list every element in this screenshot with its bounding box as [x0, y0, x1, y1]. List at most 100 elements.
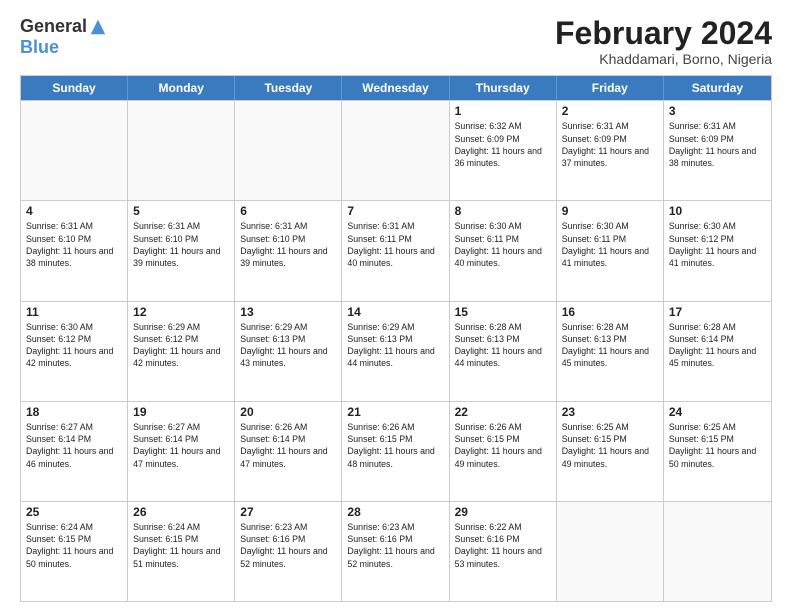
logo-icon — [89, 18, 107, 36]
day-header-saturday: Saturday — [664, 76, 771, 100]
cal-cell: 1 Sunrise: 6:32 AM Sunset: 6:09 PM Daylig… — [450, 101, 557, 200]
week-row-3: 18 Sunrise: 6:27 AM Sunset: 6:14 PM Dayli… — [21, 401, 771, 501]
cal-cell: 19 Sunrise: 6:27 AM Sunset: 6:14 PM Dayli… — [128, 402, 235, 501]
cal-cell: 16 Sunrise: 6:28 AM Sunset: 6:13 PM Dayli… — [557, 302, 664, 401]
day-info: Sunrise: 6:24 AM Sunset: 6:15 PM Dayligh… — [26, 521, 122, 570]
day-info: Sunrise: 6:28 AM Sunset: 6:13 PM Dayligh… — [455, 321, 551, 370]
day-number: 18 — [26, 405, 122, 419]
logo: General Blue — [20, 16, 107, 58]
day-info: Sunrise: 6:26 AM Sunset: 6:15 PM Dayligh… — [347, 421, 443, 470]
page: General Blue February 2024 Khaddamari, B… — [0, 0, 792, 612]
cal-cell — [235, 101, 342, 200]
cal-cell: 3 Sunrise: 6:31 AM Sunset: 6:09 PM Daylig… — [664, 101, 771, 200]
day-number: 16 — [562, 305, 658, 319]
day-info: Sunrise: 6:30 AM Sunset: 6:12 PM Dayligh… — [26, 321, 122, 370]
cal-cell: 5Sunrise: 6:31 AM Sunset: 6:10 PM Daylig… — [128, 201, 235, 300]
day-info: Sunrise: 6:25 AM Sunset: 6:15 PM Dayligh… — [562, 421, 658, 470]
day-number: 5 — [133, 204, 229, 218]
calendar-header-row: SundayMondayTuesdayWednesdayThursdayFrid… — [21, 76, 771, 100]
calendar-subtitle: Khaddamari, Borno, Nigeria — [555, 51, 772, 67]
day-info: Sunrise: 6:25 AM Sunset: 6:15 PM Dayligh… — [669, 421, 766, 470]
cal-cell: 15 Sunrise: 6:28 AM Sunset: 6:13 PM Dayli… — [450, 302, 557, 401]
cal-cell: 14 Sunrise: 6:29 AM Sunset: 6:13 PM Dayli… — [342, 302, 449, 401]
day-info: Sunrise: 6:31 AM Sunset: 6:10 PM Dayligh… — [240, 220, 336, 269]
week-row-0: 1 Sunrise: 6:32 AM Sunset: 6:09 PM Daylig… — [21, 100, 771, 200]
day-info: Sunrise: 6:29 AM Sunset: 6:12 PM Dayligh… — [133, 321, 229, 370]
day-number: 22 — [455, 405, 551, 419]
day-number: 7 — [347, 204, 443, 218]
cal-cell: 26 Sunrise: 6:24 AM Sunset: 6:15 PM Dayli… — [128, 502, 235, 601]
day-info: Sunrise: 6:31 AM Sunset: 6:09 PM Dayligh… — [562, 120, 658, 169]
day-number: 10 — [669, 204, 766, 218]
day-info: Sunrise: 6:31 AM Sunset: 6:10 PM Dayligh… — [26, 220, 122, 269]
day-number: 29 — [455, 505, 551, 519]
week-row-2: 11 Sunrise: 6:30 AM Sunset: 6:12 PM Dayli… — [21, 301, 771, 401]
day-number: 15 — [455, 305, 551, 319]
day-header-wednesday: Wednesday — [342, 76, 449, 100]
day-info: Sunrise: 6:30 AM Sunset: 6:12 PM Dayligh… — [669, 220, 766, 269]
day-info: Sunrise: 6:22 AM Sunset: 6:16 PM Dayligh… — [455, 521, 551, 570]
day-number: 21 — [347, 405, 443, 419]
day-number: 23 — [562, 405, 658, 419]
cal-cell: 8Sunrise: 6:30 AM Sunset: 6:11 PM Daylig… — [450, 201, 557, 300]
day-info: Sunrise: 6:29 AM Sunset: 6:13 PM Dayligh… — [347, 321, 443, 370]
calendar-title: February 2024 — [555, 16, 772, 51]
cal-cell: 25 Sunrise: 6:24 AM Sunset: 6:15 PM Dayli… — [21, 502, 128, 601]
day-number: 11 — [26, 305, 122, 319]
week-row-1: 4Sunrise: 6:31 AM Sunset: 6:10 PM Daylig… — [21, 200, 771, 300]
cal-cell — [557, 502, 664, 601]
day-header-sunday: Sunday — [21, 76, 128, 100]
cal-cell: 6 Sunrise: 6:31 AM Sunset: 6:10 PM Daylig… — [235, 201, 342, 300]
cal-cell — [342, 101, 449, 200]
day-number: 1 — [455, 104, 551, 118]
day-number: 20 — [240, 405, 336, 419]
day-info: Sunrise: 6:28 AM Sunset: 6:14 PM Dayligh… — [669, 321, 766, 370]
cal-cell — [128, 101, 235, 200]
day-number: 25 — [26, 505, 122, 519]
cal-cell: 17 Sunrise: 6:28 AM Sunset: 6:14 PM Dayli… — [664, 302, 771, 401]
header-right: February 2024 Khaddamari, Borno, Nigeria — [555, 16, 772, 67]
logo-general-text: General — [20, 16, 87, 37]
day-header-tuesday: Tuesday — [235, 76, 342, 100]
cal-cell: 29 Sunrise: 6:22 AM Sunset: 6:16 PM Dayli… — [450, 502, 557, 601]
cal-cell — [664, 502, 771, 601]
day-number: 26 — [133, 505, 229, 519]
logo-blue-text: Blue — [20, 37, 59, 58]
day-number: 19 — [133, 405, 229, 419]
cal-cell: 10 Sunrise: 6:30 AM Sunset: 6:12 PM Dayli… — [664, 201, 771, 300]
day-header-monday: Monday — [128, 76, 235, 100]
day-info: Sunrise: 6:23 AM Sunset: 6:16 PM Dayligh… — [240, 521, 336, 570]
day-info: Sunrise: 6:30 AM Sunset: 6:11 PM Dayligh… — [562, 220, 658, 269]
cal-cell: 2Sunrise: 6:31 AM Sunset: 6:09 PM Daylig… — [557, 101, 664, 200]
cal-cell: 21 Sunrise: 6:26 AM Sunset: 6:15 PM Dayli… — [342, 402, 449, 501]
day-number: 3 — [669, 104, 766, 118]
cal-cell: 13Sunrise: 6:29 AM Sunset: 6:13 PM Dayli… — [235, 302, 342, 401]
week-row-4: 25 Sunrise: 6:24 AM Sunset: 6:15 PM Dayli… — [21, 501, 771, 601]
day-info: Sunrise: 6:26 AM Sunset: 6:14 PM Dayligh… — [240, 421, 336, 470]
day-number: 24 — [669, 405, 766, 419]
day-info: Sunrise: 6:23 AM Sunset: 6:16 PM Dayligh… — [347, 521, 443, 570]
cal-cell: 23 Sunrise: 6:25 AM Sunset: 6:15 PM Dayli… — [557, 402, 664, 501]
day-info: Sunrise: 6:31 AM Sunset: 6:11 PM Dayligh… — [347, 220, 443, 269]
cal-cell: 28Sunrise: 6:23 AM Sunset: 6:16 PM Dayli… — [342, 502, 449, 601]
cal-cell: 4Sunrise: 6:31 AM Sunset: 6:10 PM Daylig… — [21, 201, 128, 300]
cal-cell: 27Sunrise: 6:23 AM Sunset: 6:16 PM Dayli… — [235, 502, 342, 601]
cal-cell: 11 Sunrise: 6:30 AM Sunset: 6:12 PM Dayli… — [21, 302, 128, 401]
cal-cell: 20 Sunrise: 6:26 AM Sunset: 6:14 PM Dayli… — [235, 402, 342, 501]
cal-cell — [21, 101, 128, 200]
cal-cell: 24 Sunrise: 6:25 AM Sunset: 6:15 PM Dayli… — [664, 402, 771, 501]
day-number: 9 — [562, 204, 658, 218]
day-info: Sunrise: 6:27 AM Sunset: 6:14 PM Dayligh… — [133, 421, 229, 470]
day-number: 12 — [133, 305, 229, 319]
day-info: Sunrise: 6:28 AM Sunset: 6:13 PM Dayligh… — [562, 321, 658, 370]
day-info: Sunrise: 6:31 AM Sunset: 6:09 PM Dayligh… — [669, 120, 766, 169]
day-number: 6 — [240, 204, 336, 218]
day-number: 14 — [347, 305, 443, 319]
day-number: 17 — [669, 305, 766, 319]
cal-cell: 7 Sunrise: 6:31 AM Sunset: 6:11 PM Daylig… — [342, 201, 449, 300]
day-info: Sunrise: 6:24 AM Sunset: 6:15 PM Dayligh… — [133, 521, 229, 570]
day-number: 8 — [455, 204, 551, 218]
day-info: Sunrise: 6:29 AM Sunset: 6:13 PM Dayligh… — [240, 321, 336, 370]
day-info: Sunrise: 6:32 AM Sunset: 6:09 PM Dayligh… — [455, 120, 551, 169]
calendar-body: 1 Sunrise: 6:32 AM Sunset: 6:09 PM Daylig… — [21, 100, 771, 601]
